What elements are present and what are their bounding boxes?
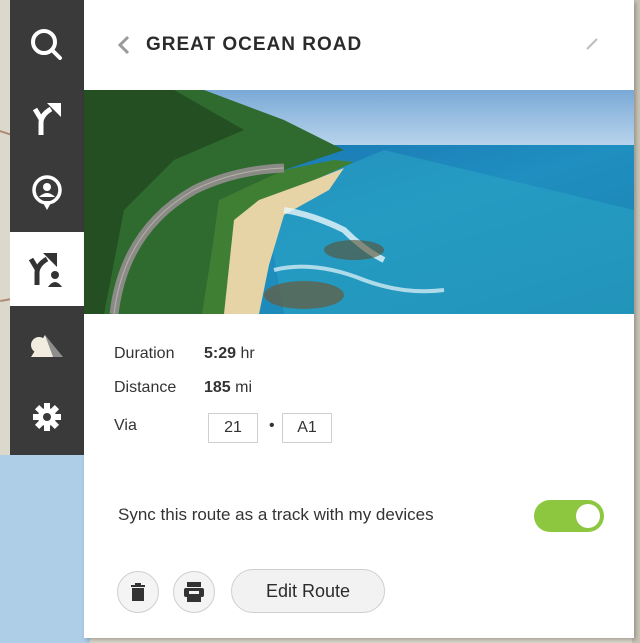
gear-icon: [33, 403, 61, 431]
pencil-icon[interactable]: [584, 36, 600, 52]
route-photo: [84, 90, 634, 314]
panel-header: GREAT OCEAN ROAD: [84, 0, 634, 90]
sidebar-item-places[interactable]: [10, 156, 84, 230]
search-icon: [31, 29, 62, 60]
duration-value: 5:29 hr: [204, 345, 255, 362]
edit-route-button[interactable]: Edit Route: [231, 569, 385, 613]
toggle-knob: [576, 504, 600, 528]
chevron-left-icon[interactable]: [114, 33, 134, 57]
export-gpx-button[interactable]: [173, 571, 215, 613]
my-routes-icon: [28, 253, 62, 287]
duration-label: Duration: [114, 345, 175, 362]
location-pin-icon: [32, 175, 62, 210]
delete-route-button[interactable]: [117, 571, 159, 613]
sync-toggle[interactable]: [534, 500, 604, 532]
distance-label: Distance: [114, 379, 177, 396]
road-badge: 21: [208, 413, 258, 443]
distance-value: 185 mi: [204, 379, 253, 396]
gpx-export-icon: [184, 582, 204, 602]
map-layers-icon: [31, 335, 63, 357]
via-label: Via: [114, 417, 137, 434]
sidebar-item-settings[interactable]: [10, 380, 84, 454]
route-title: GREAT OCEAN ROAD: [146, 34, 363, 55]
sidebar: [10, 0, 84, 455]
sync-label: Sync this route as a track with my devic…: [118, 505, 434, 524]
via-separator: •: [269, 417, 275, 434]
sidebar-item-search[interactable]: [10, 8, 84, 82]
map-water: [0, 455, 90, 643]
route-detail-panel: GREAT OCEAN ROAD Duration 5:29 hr Distan…: [84, 0, 634, 638]
directions-icon: [32, 103, 61, 135]
sidebar-item-layers[interactable]: [10, 308, 84, 382]
road-badge: A1: [282, 413, 332, 443]
trash-icon: [131, 583, 145, 601]
sidebar-item-my-routes[interactable]: [10, 232, 84, 306]
sidebar-item-directions[interactable]: [10, 82, 84, 156]
